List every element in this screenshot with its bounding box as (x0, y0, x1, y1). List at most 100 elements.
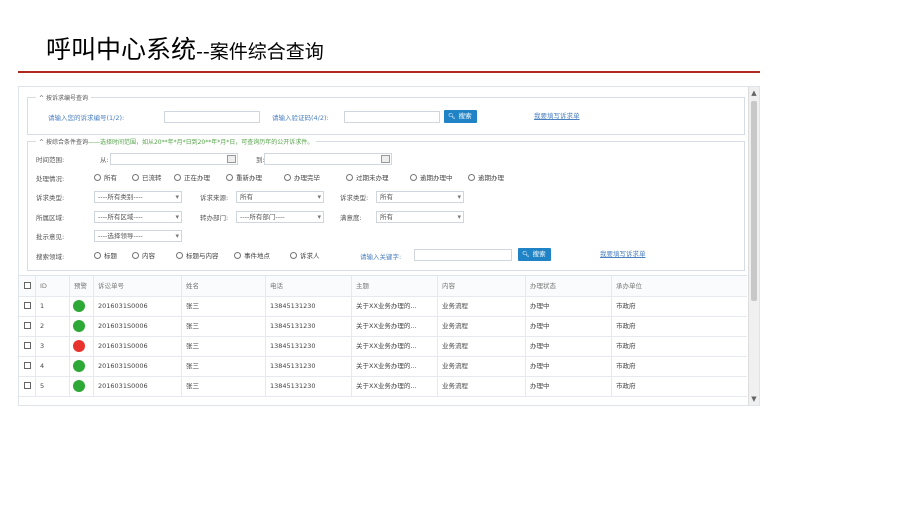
from-date-input[interactable] (110, 153, 238, 165)
keyword-input[interactable] (414, 249, 512, 261)
cell-status: 办理中 (525, 336, 611, 356)
cell-content: 业务流程 (437, 296, 525, 316)
cell-id: 4 (35, 356, 69, 376)
region-label: 所属区域: (36, 214, 65, 222)
table-row[interactable]: 3 2016031S0006 张三 13845131230 关于XX业务办理的.… (19, 336, 747, 357)
region-select[interactable]: ----所有区域---- (94, 211, 182, 223)
radio-icon (290, 251, 297, 259)
table-header: ID 预警 诉讼单号 姓名 电话 主题 内容 办理状态 承办单位 (19, 276, 747, 297)
col-case-no[interactable]: 诉讼单号 (93, 276, 181, 296)
cell-content: 业务流程 (437, 336, 525, 356)
col-warning[interactable]: 预警 (69, 276, 93, 296)
table-row[interactable]: 2 2016031S0006 张三 13845131230 关于XX业务办理的.… (19, 316, 747, 337)
collapse-icon[interactable]: ^ (39, 139, 46, 146)
row-checkbox[interactable] (24, 382, 31, 389)
warning-status-icon (73, 300, 85, 312)
cell-phone: 13845131230 (265, 296, 351, 316)
transfer-dept-select[interactable]: ----所有部门---- (236, 211, 324, 223)
scroll-thumb[interactable] (751, 101, 757, 301)
satisfaction-select[interactable]: 所有 (376, 211, 464, 223)
appeal-type2-select[interactable]: 所有 (376, 191, 464, 203)
select-all-checkbox[interactable] (24, 282, 31, 289)
table-row[interactable]: 5 2016031S0006 张三 13845131230 关于XX业务办理的.… (19, 376, 747, 397)
vertical-scrollbar[interactable]: ▲ ▼ (748, 87, 759, 405)
row-checkbox[interactable] (24, 362, 31, 369)
cell-phone: 13845131230 (265, 336, 351, 356)
calendar-icon[interactable] (381, 155, 390, 163)
fill-appeal-link[interactable]: 我要填写诉求单 (534, 110, 580, 120)
transfer-dept-label: 转办部门: (200, 214, 229, 222)
collapse-icon[interactable]: ^ (39, 95, 46, 102)
scroll-down-icon[interactable]: ▼ (750, 395, 758, 403)
slide-title-main: 呼叫中心系统 (46, 35, 197, 64)
cell-unit: 市政府 (611, 316, 747, 336)
status-radio-expired[interactable]: 过期未办理 (346, 172, 389, 182)
cell-status: 办理中 (525, 316, 611, 336)
scope-radio-content[interactable]: 内容 (132, 250, 155, 260)
cell-status: 办理中 (525, 296, 611, 316)
cell-content: 业务流程 (437, 376, 525, 396)
scope-radio-title[interactable]: 标题 (94, 250, 117, 260)
scope-radio-location[interactable]: 事件地点 (234, 250, 270, 260)
col-content[interactable]: 内容 (437, 276, 525, 296)
to-date-input[interactable] (264, 153, 392, 165)
search-by-number-panel: ^ 按诉求编号查询 请输入您的诉求编号(1/2): 请输入验证码(4/2): 🔍… (27, 93, 745, 135)
cell-unit: 市政府 (611, 336, 747, 356)
row-checkbox[interactable] (24, 322, 31, 329)
status-radio-transferred[interactable]: 已流转 (132, 172, 162, 182)
warning-status-icon (73, 360, 85, 372)
cell-unit: 市政府 (611, 376, 747, 396)
time-range-label: 时间范围: (36, 156, 65, 164)
status-radio-overdue[interactable]: 逾期办理 (468, 172, 504, 182)
cell-unit: 市政府 (611, 356, 747, 376)
table-row[interactable]: 1 2016031S0006 张三 13845131230 关于XX业务办理的.… (19, 296, 747, 317)
status-radio-redo[interactable]: 重新办理 (226, 172, 262, 182)
col-status[interactable]: 办理状态 (525, 276, 611, 296)
col-subject[interactable]: 主题 (351, 276, 437, 296)
scope-radio-title-content[interactable]: 标题与内容 (176, 250, 219, 260)
number-label: 请输入您的诉求编号(1/2): (48, 114, 125, 122)
search-by-number-button[interactable]: 🔍︎ 搜索 (444, 110, 477, 123)
col-name[interactable]: 姓名 (181, 276, 265, 296)
col-unit[interactable]: 承办单位 (611, 276, 747, 296)
radio-icon (468, 173, 475, 181)
source-select[interactable]: 所有 (236, 191, 324, 203)
cell-case-no: 2016031S0006 (93, 296, 181, 316)
cell-name: 张三 (181, 296, 265, 316)
col-id[interactable]: ID (35, 276, 69, 296)
appeal-type-select[interactable]: ----所有类别---- (94, 191, 182, 203)
case-query-window: ^ 按诉求编号查询 请输入您的诉求编号(1/2): 请输入验证码(4/2): 🔍… (18, 86, 760, 406)
calendar-icon[interactable] (227, 155, 236, 163)
table-row[interactable]: 4 2016031S0006 张三 13845131230 关于XX业务办理的.… (19, 356, 747, 377)
cell-id: 3 (35, 336, 69, 356)
status-radio-overdue-processing[interactable]: 逾期办理中 (410, 172, 453, 182)
appeal-number-input[interactable] (164, 111, 260, 123)
cell-status: 办理中 (525, 356, 611, 376)
radio-icon (174, 173, 181, 181)
col-phone[interactable]: 电话 (265, 276, 351, 296)
verify-code-input[interactable] (344, 111, 440, 123)
search-icon: 🔍︎ (448, 113, 456, 120)
search-combined-button[interactable]: 🔍︎ 搜索 (518, 248, 551, 261)
status-radio-all[interactable]: 所有 (94, 172, 117, 182)
row-checkbox[interactable] (24, 342, 31, 349)
cell-case-no: 2016031S0006 (93, 376, 181, 396)
cell-case-no: 2016031S0006 (93, 356, 181, 376)
cell-case-no: 2016031S0006 (93, 336, 181, 356)
scroll-up-icon[interactable]: ▲ (750, 89, 758, 97)
cell-name: 张三 (181, 376, 265, 396)
status-radio-done[interactable]: 办理完毕 (284, 172, 320, 182)
row-checkbox[interactable] (24, 302, 31, 309)
cell-status: 办理中 (525, 376, 611, 396)
radio-icon (94, 173, 101, 181)
radio-icon (132, 173, 139, 181)
instruction-select[interactable]: ----选择领导---- (94, 230, 182, 242)
status-radio-processing[interactable]: 正在办理 (174, 172, 210, 182)
radio-icon (234, 251, 241, 259)
cell-subject: 关于XX业务办理的... (351, 296, 437, 316)
fill-appeal-link[interactable]: 我要填写诉求单 (600, 248, 646, 258)
cell-content: 业务流程 (437, 316, 525, 336)
search-by-number-legend: ^ 按诉求编号查询 (36, 93, 91, 102)
slide-title: 呼叫中心系统--案件综合查询 (46, 30, 324, 66)
scope-radio-appellant[interactable]: 诉求人 (290, 250, 320, 260)
